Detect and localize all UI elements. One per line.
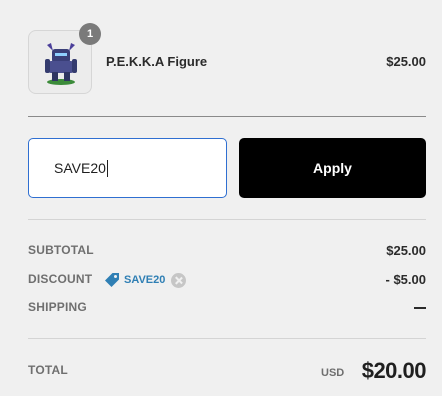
discount-label: DISCOUNT <box>28 272 93 286</box>
subtotal-label: SUBTOTAL <box>28 243 94 257</box>
remove-discount-icon[interactable] <box>171 272 187 288</box>
discount-code-tag: SAVE20 <box>104 272 187 288</box>
total-currency: USD <box>321 367 345 379</box>
product-thumbnail: 1 <box>28 23 101 94</box>
total-amount: $20.00 <box>361 358 427 383</box>
shipping-label: SHIPPING <box>28 300 87 314</box>
apply-button[interactable]: Apply <box>239 138 426 198</box>
figure-thumbnail-icon <box>45 43 77 85</box>
tag-icon <box>105 273 119 287</box>
divider <box>28 219 426 220</box>
total-label: TOTAL <box>28 363 68 377</box>
discount-code-input[interactable] <box>28 138 227 198</box>
line-item: 1 P.E.K.K.A Figure $25.00 <box>28 23 426 94</box>
divider <box>28 116 426 117</box>
shipping-value-dash <box>414 307 426 309</box>
product-price: $25.00 <box>386 54 426 69</box>
divider <box>28 338 426 339</box>
quantity-badge: 1 <box>79 23 101 45</box>
product-name: P.E.K.K.A Figure <box>106 54 208 69</box>
subtotal-value: $25.00 <box>386 243 426 258</box>
discount-value: - $5.00 <box>385 272 426 287</box>
text-caret <box>107 160 108 177</box>
discount-code-text: SAVE20 <box>124 274 166 286</box>
